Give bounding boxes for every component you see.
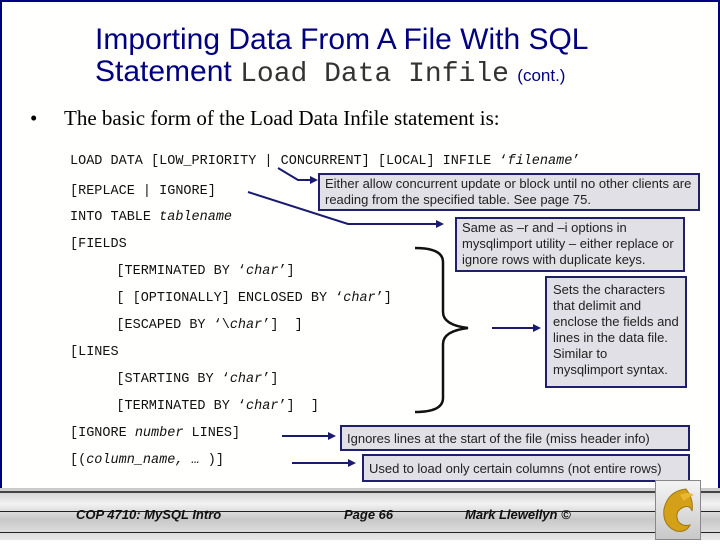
note-ignore-lines: Ignores lines at the start of the file (…: [340, 425, 690, 451]
note-replace-ignore: Same as –r and –i options in mysqlimport…: [455, 217, 685, 272]
note-columns: Used to load only certain columns (not e…: [362, 454, 690, 482]
footer-page-number: Page 66: [344, 507, 394, 522]
footer-author: Mark Llewellyn ©: [465, 507, 571, 522]
pegasus-logo-icon: [655, 480, 701, 540]
footer-course: COP 4710: MySQL Intro: [76, 507, 222, 522]
brace-icon: [414, 246, 469, 414]
note-fields-lines: Sets the characters that delimit and enc…: [545, 276, 687, 388]
arrow-concurrent: [277, 167, 312, 181]
footer-bar: COP 4710: MySQL Intro Page 66 Mark Llewe…: [0, 488, 720, 540]
note-concurrent: Either allow concurrent update or block …: [318, 173, 700, 211]
